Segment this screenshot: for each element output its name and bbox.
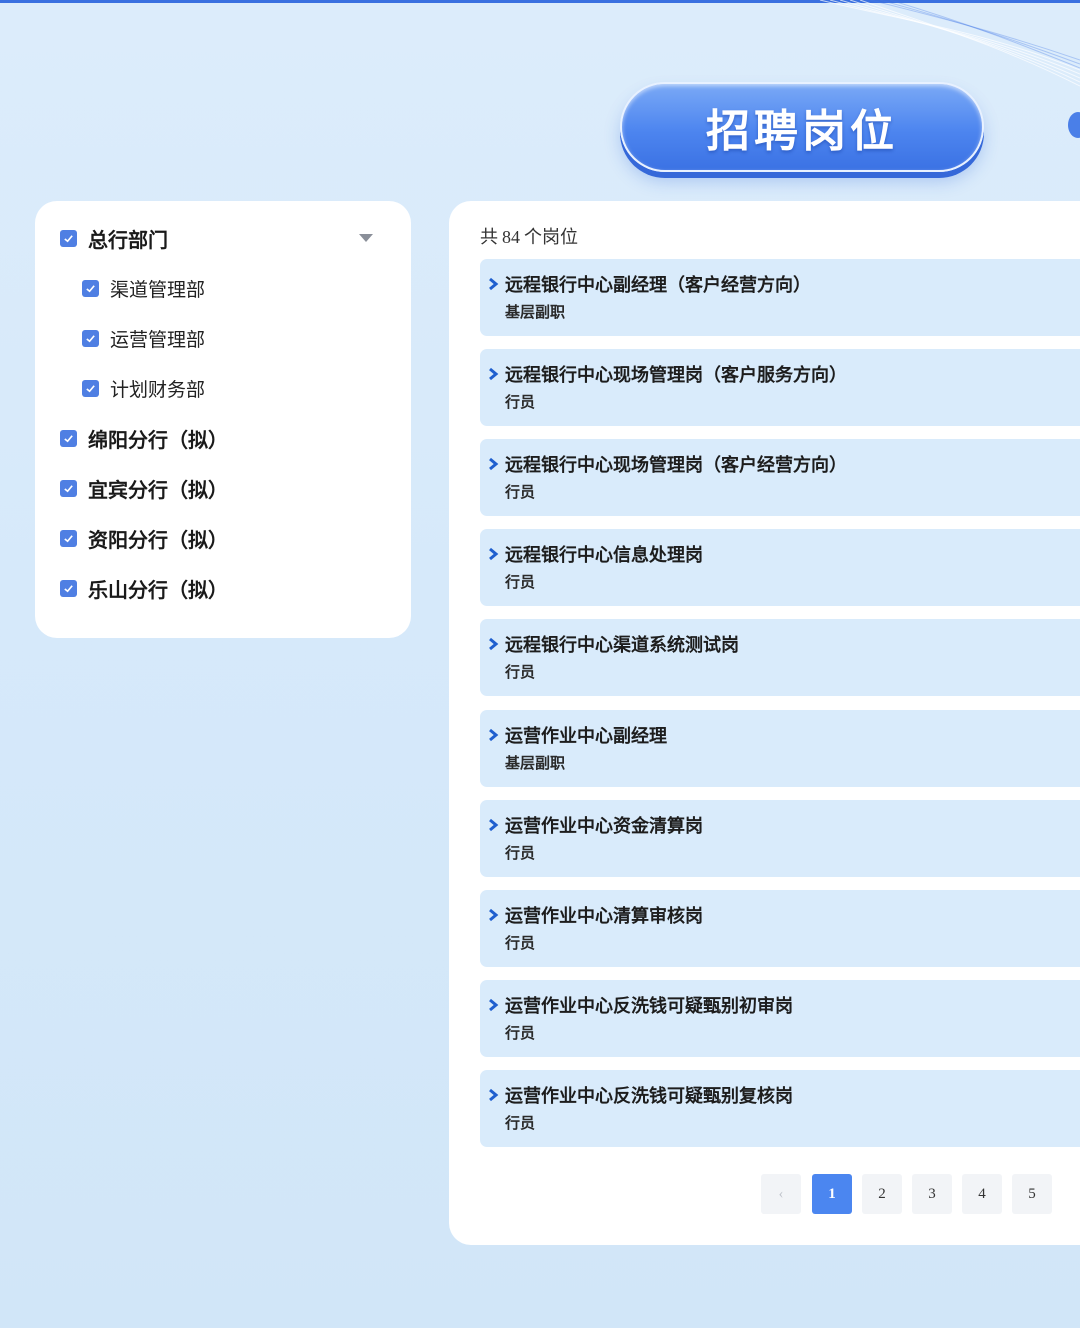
job-count-suffix: 个岗位 bbox=[524, 227, 578, 247]
filter-item-head-office[interactable]: 总行部门 bbox=[60, 223, 168, 253]
job-card[interactable]: 运营作业中心反洗钱可疑甄别初审岗 行员 bbox=[480, 980, 1080, 1057]
job-count-number: 84 bbox=[502, 227, 520, 247]
filter-item-label: 渠道管理部 bbox=[110, 278, 206, 301]
job-title: 运营作业中心反洗钱可疑甄别复核岗 bbox=[505, 1086, 793, 1107]
checkbox-checked-icon[interactable] bbox=[82, 279, 99, 297]
job-level: 行员 bbox=[505, 934, 536, 952]
chevron-right-icon bbox=[489, 818, 499, 832]
page-title-banner: 招聘岗位 bbox=[620, 82, 984, 172]
chevron-right-icon bbox=[489, 637, 499, 651]
filter-item-finance-dept[interactable]: 计划财务部 bbox=[82, 373, 205, 403]
job-count-prefix: 共 bbox=[480, 227, 498, 247]
pagination-page-5[interactable]: 5 bbox=[1012, 1174, 1052, 1214]
filter-item-yibin[interactable]: 宜宾分行（拟） bbox=[60, 473, 228, 503]
decorative-dot bbox=[1068, 112, 1080, 138]
job-title: 远程银行中心现场管理岗（客户服务方向） bbox=[505, 365, 847, 386]
job-title: 运营作业中心清算审核岗 bbox=[505, 906, 703, 927]
job-title: 运营作业中心反洗钱可疑甄别初审岗 bbox=[505, 996, 793, 1017]
job-title: 远程银行中心副经理（客户经营方向） bbox=[505, 275, 811, 296]
chevron-right-icon bbox=[489, 277, 499, 291]
chevron-right-icon bbox=[489, 908, 499, 922]
filter-item-label: 计划财务部 bbox=[110, 378, 206, 401]
checkbox-checked-icon[interactable] bbox=[82, 379, 99, 397]
job-level: 行员 bbox=[505, 483, 536, 501]
filter-item-mianyang[interactable]: 绵阳分行（拟） bbox=[60, 423, 228, 453]
job-level: 行员 bbox=[505, 1114, 536, 1132]
job-level: 行员 bbox=[505, 663, 536, 681]
page-title: 招聘岗位 bbox=[706, 106, 898, 157]
job-level: 基层副职 bbox=[505, 754, 566, 772]
checkbox-checked-icon[interactable] bbox=[60, 229, 77, 247]
job-level: 行员 bbox=[505, 1024, 536, 1042]
checkbox-checked-icon[interactable] bbox=[60, 479, 77, 497]
checkbox-checked-icon[interactable] bbox=[60, 429, 77, 447]
job-card[interactable]: 远程银行中心现场管理岗（客户服务方向） 行员 bbox=[480, 349, 1080, 426]
filter-item-label: 乐山分行（拟） bbox=[88, 577, 228, 602]
job-card[interactable]: 远程银行中心信息处理岗 行员 bbox=[480, 529, 1080, 606]
pagination-page-4[interactable]: 4 bbox=[962, 1174, 1002, 1214]
job-title: 远程银行中心信息处理岗 bbox=[505, 545, 703, 566]
job-level: 行员 bbox=[505, 844, 536, 862]
pagination-prev-button[interactable]: ‹ bbox=[761, 1174, 801, 1214]
chevron-right-icon bbox=[489, 457, 499, 471]
job-card[interactable]: 运营作业中心资金清算岗 行员 bbox=[480, 800, 1080, 877]
pagination-page-1[interactable]: 1 bbox=[812, 1174, 852, 1214]
checkbox-checked-icon[interactable] bbox=[60, 579, 77, 597]
chevron-right-icon bbox=[489, 998, 499, 1012]
job-title: 远程银行中心现场管理岗（客户经营方向） bbox=[505, 455, 847, 476]
job-card[interactable]: 远程银行中心渠道系统测试岗 行员 bbox=[480, 619, 1080, 696]
filter-item-operations-dept[interactable]: 运营管理部 bbox=[82, 323, 205, 353]
job-title: 运营作业中心副经理 bbox=[505, 726, 667, 747]
job-level: 行员 bbox=[505, 573, 536, 591]
job-card[interactable]: 远程银行中心副经理（客户经营方向） 基层副职 bbox=[480, 259, 1080, 336]
filter-item-label: 资阳分行（拟） bbox=[88, 527, 228, 552]
filter-item-channel-dept[interactable]: 渠道管理部 bbox=[82, 273, 205, 303]
filter-panel: 总行部门 渠道管理部 运营管理部 计划财务部 绵阳分行（拟） 宜宾分行（拟） 资… bbox=[35, 201, 411, 638]
job-title: 运营作业中心资金清算岗 bbox=[505, 816, 703, 837]
job-count: 共 84 个岗位 bbox=[480, 223, 578, 249]
job-card[interactable]: 运营作业中心副经理 基层副职 bbox=[480, 710, 1080, 787]
job-level: 基层副职 bbox=[505, 303, 566, 321]
filter-item-label: 总行部门 bbox=[88, 227, 168, 252]
job-level: 行员 bbox=[505, 393, 536, 411]
filter-item-label: 宜宾分行（拟） bbox=[88, 477, 228, 502]
filter-item-label: 绵阳分行（拟） bbox=[88, 427, 228, 452]
job-list-panel: 共 84 个岗位 远程银行中心副经理（客户经营方向） 基层副职 远程银行中心现场管理… bbox=[449, 201, 1080, 1245]
filter-item-label: 运营管理部 bbox=[110, 328, 206, 351]
job-card[interactable]: 运营作业中心反洗钱可疑甄别复核岗 行员 bbox=[480, 1070, 1080, 1147]
checkbox-checked-icon[interactable] bbox=[82, 329, 99, 347]
chevron-right-icon bbox=[489, 547, 499, 561]
job-card[interactable]: 运营作业中心清算审核岗 行员 bbox=[480, 890, 1080, 967]
filter-item-leshan[interactable]: 乐山分行（拟） bbox=[60, 573, 228, 603]
filter-item-ziyang[interactable]: 资阳分行（拟） bbox=[60, 523, 228, 553]
job-card[interactable]: 远程银行中心现场管理岗（客户经营方向） 行员 bbox=[480, 439, 1080, 516]
pagination-page-3[interactable]: 3 bbox=[912, 1174, 952, 1214]
checkbox-checked-icon[interactable] bbox=[60, 529, 77, 547]
chevron-right-icon bbox=[489, 367, 499, 381]
chevron-right-icon bbox=[489, 728, 499, 742]
chevron-down-icon[interactable] bbox=[359, 234, 373, 242]
chevron-right-icon bbox=[489, 1088, 499, 1102]
job-title: 远程银行中心渠道系统测试岗 bbox=[505, 635, 739, 656]
pagination-page-2[interactable]: 2 bbox=[862, 1174, 902, 1214]
